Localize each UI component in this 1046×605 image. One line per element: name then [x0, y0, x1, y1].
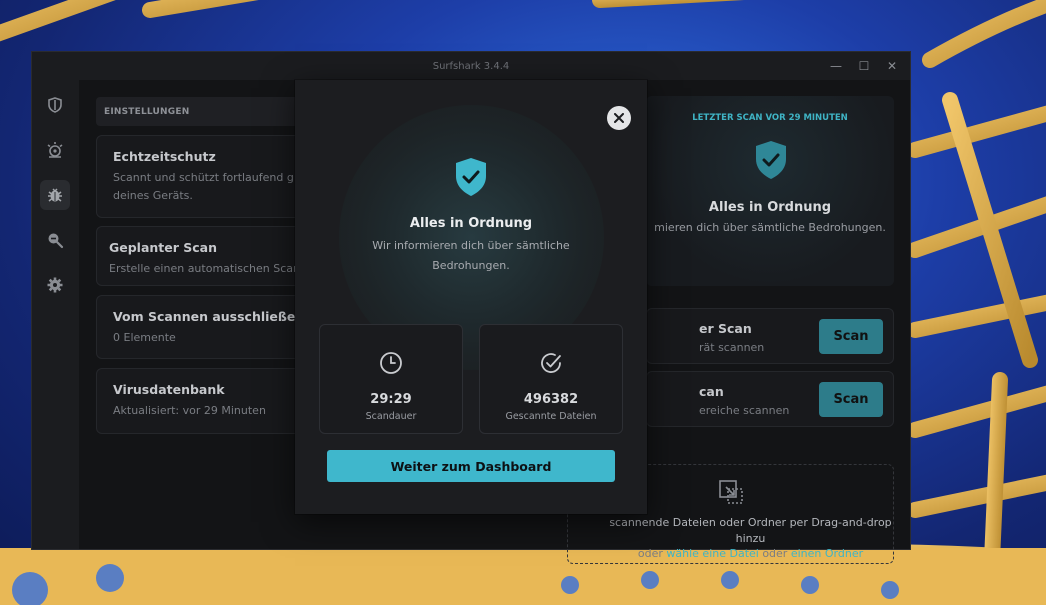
setting-subtitle: Scannt und schützt fortlaufend gef — [113, 171, 294, 184]
scan-row-subtitle: rät scannen — [699, 341, 765, 354]
choose-file-link[interactable]: wähle eine Datei — [666, 547, 758, 560]
nav-item-search[interactable] — [40, 225, 70, 255]
quick-scan-button[interactable]: Scan — [819, 382, 883, 417]
scan-row-quick: can ereiche scannen Scan — [646, 371, 894, 427]
minimize-button[interactable]: — — [822, 52, 850, 80]
close-window-button[interactable]: ✕ — [878, 52, 906, 80]
window-title: Surfshark 3.4.4 — [432, 60, 510, 72]
left-nav — [32, 80, 78, 549]
scan-row-title: er Scan — [699, 321, 752, 336]
setting-title: Vom Scannen ausschließen — [113, 309, 305, 324]
close-icon — [614, 113, 624, 123]
settings-header: EINSTELLUNGEN — [96, 97, 311, 126]
setting-subtitle-2: deines Geräts. — [113, 189, 193, 202]
stat-scanned-files: 496382 Gescannte Dateien — [479, 324, 623, 434]
choose-folder-link[interactable]: einen Ordner — [791, 547, 863, 560]
setting-title: Echtzeitschutz — [113, 149, 216, 164]
check-circle-icon — [541, 353, 561, 373]
maximize-button[interactable]: ☐ — [850, 52, 878, 80]
setting-virus-database[interactable]: Virusdatenbank Aktualisiert: vor 29 Minu… — [96, 368, 311, 434]
setting-subtitle: Erstelle einen automatischen Scan-I — [109, 262, 298, 275]
shield-check-icon — [456, 158, 486, 196]
continue-to-dashboard-button[interactable]: Weiter zum Dashboard — [327, 450, 615, 482]
stat-label: Scandauer — [365, 411, 417, 422]
scan-row-full: er Scan rät scannen Scan — [646, 308, 894, 364]
setting-title: Virusdatenbank — [113, 382, 225, 397]
setting-subtitle: Aktualisiert: vor 29 Minuten — [113, 404, 266, 417]
last-scan-label: LETZTER SCAN VOR 29 MINUTEN — [692, 113, 848, 123]
shield-icon — [48, 97, 62, 113]
titlebar: Surfshark 3.4.4 — ☐ ✕ — [32, 52, 910, 80]
close-dialog-button[interactable] — [607, 106, 631, 130]
scan-row-title: can — [699, 384, 724, 399]
setting-subtitle: 0 Elemente — [113, 331, 176, 344]
dialog-status-info: Wir informieren dich über sämtliche Bedr… — [372, 239, 570, 272]
scan-row-subtitle: ereiche scannen — [699, 404, 790, 417]
alt-mid: oder — [762, 547, 788, 560]
stat-label: Gescannte Dateien — [505, 411, 597, 422]
nav-item-alert[interactable] — [40, 135, 70, 165]
alert-icon — [47, 142, 63, 158]
setting-scheduled-scan[interactable]: Geplanter Scan Erstelle einen automatisc… — [96, 226, 311, 286]
gear-icon — [47, 277, 63, 293]
dialog-status-title: Alles in Ordnung — [409, 216, 533, 231]
stat-value: 496382 — [523, 392, 579, 407]
shield-check-icon — [756, 141, 786, 179]
scan-status-panel: LETZTER SCAN VOR 29 MINUTEN Alles in Ord… — [646, 96, 894, 286]
full-scan-button[interactable]: Scan — [819, 319, 883, 354]
window-controls: — ☐ ✕ — [822, 52, 906, 80]
nav-item-vpn[interactable] — [40, 90, 70, 120]
nav-item-antivirus[interactable] — [40, 180, 70, 210]
setting-title: Geplanter Scan — [109, 240, 218, 255]
scan-status-info: mieren dich über sämtliche Bedrohungen. — [654, 221, 886, 234]
clock-icon — [380, 352, 402, 374]
nav-item-settings[interactable] — [40, 270, 70, 300]
setting-realtime-protection[interactable]: Echtzeitschutz Scannt und schützt fortla… — [96, 135, 311, 218]
alt-prefix: oder — [637, 547, 663, 560]
stat-scan-duration: 29:29 Scandauer — [319, 324, 463, 434]
setting-exclusions[interactable]: Vom Scannen ausschließen 0 Elemente — [96, 295, 311, 359]
scan-status-title: Alles in Ordnung — [708, 200, 832, 215]
scan-complete-dialog: Alles in Ordnung Wir informieren dich üb… — [295, 80, 647, 514]
search-zoom-icon — [48, 233, 64, 249]
bug-icon — [48, 188, 62, 202]
drop-zone-alt: oder wähle eine Datei oder einen Ordner — [608, 547, 893, 560]
stat-value: 29:29 — [370, 392, 412, 407]
drag-drop-icon — [719, 480, 743, 504]
drop-zone-text: scannende Dateien oder Ordner per Drag-a… — [609, 516, 892, 545]
